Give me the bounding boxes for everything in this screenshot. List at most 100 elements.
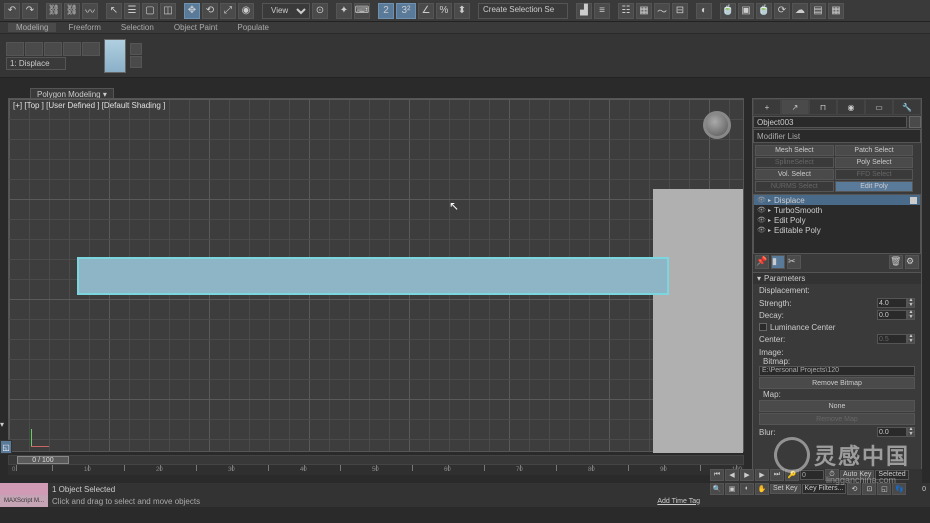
nav-zoomext-button[interactable]: ⊡	[862, 483, 876, 495]
scene-object-bar[interactable]	[77, 257, 669, 295]
render-button[interactable]: 🍵	[756, 3, 772, 19]
use-center-button[interactable]: ⊙	[312, 3, 328, 19]
window-crossing-button[interactable]: ◫	[160, 3, 176, 19]
stack-item-edit-poly[interactable]: 👁▸Edit Poly	[754, 215, 920, 225]
stack-expand-icon[interactable]: ▸	[768, 227, 771, 234]
subobj-vertex-button[interactable]	[6, 42, 24, 56]
tab-hierarchy[interactable]: ⊓	[809, 99, 837, 115]
placement-button[interactable]: ◉	[238, 3, 254, 19]
unlink-button[interactable]: ⛓	[64, 3, 80, 19]
ribbon-tab-selection[interactable]: Selection	[113, 23, 162, 32]
schematic-view-button[interactable]: ⊟	[672, 3, 688, 19]
modifier-preset-nurms-select[interactable]: NURMS Select	[755, 181, 834, 192]
strength-input[interactable]	[877, 298, 907, 308]
align-button[interactable]: ≡	[594, 3, 610, 19]
tab-create[interactable]: +	[753, 99, 781, 115]
setkey-button[interactable]: Set Key	[770, 484, 801, 494]
render-iterative-button[interactable]: ⟳	[774, 3, 790, 19]
bind-spacewarp-button[interactable]: 〰	[82, 3, 98, 19]
select-name-button[interactable]: ☰	[124, 3, 140, 19]
viewport[interactable]: /*generated below*/ [+] [Top ] [User Def…	[8, 98, 744, 452]
subobj-border-button[interactable]	[44, 42, 62, 56]
stack-visibility-icon[interactable]: 👁	[757, 216, 765, 224]
decay-input[interactable]	[877, 310, 907, 320]
manipulate-button[interactable]: ✦	[336, 3, 352, 19]
object-color-swatch[interactable]	[909, 116, 921, 128]
mirror-button[interactable]: ▟	[576, 3, 592, 19]
remove-map-button[interactable]: Remove Map	[759, 413, 915, 425]
luminance-center-checkbox[interactable]	[759, 323, 767, 331]
rotate-button[interactable]: ⟲	[202, 3, 218, 19]
angle-snap-button[interactable]: ∠	[418, 3, 434, 19]
selected-dropdown[interactable]: Selected	[875, 470, 908, 480]
tab-display[interactable]: ▭	[865, 99, 893, 115]
autokey-button[interactable]: Auto Key	[840, 470, 874, 480]
viewport-maximize-button[interactable]: ◱	[0, 440, 12, 454]
bitmap-path-button[interactable]: E:\Personal Projects\120	[759, 366, 915, 376]
goto-start-button[interactable]: ⏮	[710, 469, 724, 481]
subobj-element-button[interactable]	[82, 42, 100, 56]
ribbon-tab-modeling[interactable]: Modeling	[8, 23, 56, 32]
make-unique-button[interactable]: ✂	[787, 255, 801, 269]
ribbon-extra-btn-2[interactable]	[130, 56, 142, 68]
redo-button[interactable]: ↷	[22, 3, 38, 19]
ribbon-tab-freeform[interactable]: Freeform	[60, 23, 108, 32]
object-name-input[interactable]	[753, 116, 907, 128]
stack-visibility-icon[interactable]: 👁	[757, 226, 765, 234]
pin-stack-button[interactable]: 📌	[755, 255, 769, 269]
nav-zoomall-button[interactable]: ▣	[725, 483, 739, 495]
ribbon-tab-populate[interactable]: Populate	[229, 23, 277, 32]
viewport-arrow-icon[interactable]: ▾	[0, 420, 4, 429]
scale-button[interactable]: ⤢	[220, 3, 236, 19]
stack-expand-icon[interactable]: ▸	[768, 197, 771, 204]
modifier-preset-edit-poly[interactable]: Edit Poly	[835, 181, 914, 192]
toggle-ribbon-button[interactable]: ▦	[636, 3, 652, 19]
stack-item-editable-poly[interactable]: 👁▸Editable Poly	[754, 225, 920, 235]
viewport-label[interactable]: [+] [Top ] [User Defined ] [Default Shad…	[13, 101, 165, 110]
rendered-frame-button[interactable]: ▣	[738, 3, 754, 19]
rollout-header[interactable]: ▾Parameters	[753, 273, 921, 284]
keyboard-shortcut-button[interactable]: ⌨	[354, 3, 370, 19]
nav-fov-button[interactable]: ◐	[740, 483, 754, 495]
modifier-stack[interactable]: 👁▸Displace👁▸TurboSmooth👁▸Edit Poly👁▸Edit…	[753, 194, 921, 254]
tab-modify[interactable]: ↗	[781, 99, 809, 115]
modifier-preset-mesh-select[interactable]: Mesh Select	[755, 145, 834, 156]
ribbon-extra-btn-1[interactable]	[130, 43, 142, 55]
modifier-list-dropdown[interactable]: Modifier List	[753, 129, 921, 143]
time-slider-track[interactable]: 0 / 100	[8, 455, 744, 465]
add-time-tag-button[interactable]: Add Time Tag	[657, 498, 700, 505]
snap-3d-button[interactable]: 3²	[396, 3, 416, 19]
stack-item-displace[interactable]: 👁▸Displace	[754, 195, 920, 205]
ribbon-tab-objectpaint[interactable]: Object Paint	[166, 23, 226, 32]
timeline[interactable]: 0 / 100 0102030405060708090100	[8, 455, 744, 475]
stack-expand-icon[interactable]: ▸	[768, 217, 771, 224]
decay-spin-down[interactable]: ▼	[907, 315, 915, 320]
show-end-result-button[interactable]: ▮	[771, 255, 785, 269]
goto-end-button[interactable]: ⏭	[770, 469, 784, 481]
stack-visibility-icon[interactable]: 👁	[757, 196, 765, 204]
maxscript-listener-button[interactable]: MAXScript M...	[0, 495, 48, 507]
subobj-edge-button[interactable]	[25, 42, 43, 56]
stack-expand-icon[interactable]: ▸	[768, 207, 771, 214]
modifier-preset-ffd-select[interactable]: FFD Select	[835, 169, 914, 180]
center-input[interactable]	[877, 334, 907, 344]
modifier-preset-splineselect[interactable]: SplineSelect	[755, 157, 834, 168]
prev-frame-button[interactable]: ◀	[725, 469, 739, 481]
move-button[interactable]: ✥	[184, 3, 200, 19]
strength-spin-down[interactable]: ▼	[907, 303, 915, 308]
percent-snap-button[interactable]: %	[436, 3, 452, 19]
center-spin-down[interactable]: ▼	[907, 339, 915, 344]
time-slider-thumb[interactable]: 0 / 100	[17, 456, 69, 464]
stack-visibility-icon[interactable]: 👁	[757, 206, 765, 214]
render-setup-button[interactable]: 🍵	[720, 3, 736, 19]
keyfilters-button[interactable]: Key Filters...	[802, 484, 847, 494]
play-button[interactable]: ▶	[740, 469, 754, 481]
nav-zoom-button[interactable]: 🔍	[710, 483, 724, 495]
modifier-preset-vol-select[interactable]: Vol. Select	[755, 169, 834, 180]
spinner-snap-button[interactable]: ⬍	[454, 3, 470, 19]
subobj-poly-button[interactable]	[63, 42, 81, 56]
render-preset-button[interactable]: ▤	[810, 3, 826, 19]
curve-editor-button[interactable]: 〜	[654, 3, 670, 19]
undo-button[interactable]: ↶	[4, 3, 20, 19]
stack-item-turbosmooth[interactable]: 👁▸TurboSmooth	[754, 205, 920, 215]
